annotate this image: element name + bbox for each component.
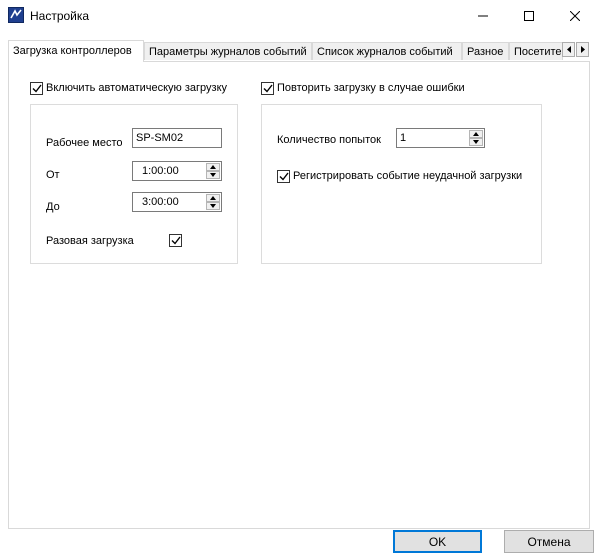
attempts-spinner <box>469 130 483 146</box>
workplace-label: Рабочее место <box>46 137 123 149</box>
checkmark-icon <box>263 84 273 93</box>
from-time-value: 1:00:00 <box>142 165 179 177</box>
window-title: Настройка <box>30 9 90 23</box>
tab-label: Разное <box>467 46 504 58</box>
checkmark-icon <box>279 172 289 181</box>
from-time-down-button[interactable] <box>206 171 220 179</box>
tab-label: Параметры журналов событий <box>149 46 307 58</box>
spin-down-icon <box>210 173 216 177</box>
from-label: От <box>46 169 60 181</box>
from-time-field[interactable]: 1:00:00 <box>132 161 222 181</box>
spin-down-icon <box>210 204 216 208</box>
tab-scroll-right-button[interactable] <box>576 42 589 57</box>
tab-scroll-buttons <box>562 42 590 58</box>
tab-event-log-params[interactable]: Параметры журналов событий <box>144 42 312 60</box>
minimize-button[interactable] <box>460 0 506 32</box>
workplace-input[interactable]: SP-SM02 <box>132 128 222 148</box>
one-time-load-label: Разовая загрузка <box>46 235 134 247</box>
retry-label: Повторить загрузку в случае ошибки <box>277 82 465 94</box>
workplace-value: SP-SM02 <box>136 132 184 144</box>
maximize-button[interactable] <box>506 0 552 32</box>
auto-load-label: Включить автоматическую загрузку <box>46 82 228 94</box>
tab-visitors[interactable]: Посетите <box>509 42 563 60</box>
minimize-icon <box>478 15 488 17</box>
one-time-load-checkbox[interactable] <box>169 234 182 247</box>
chevron-right-icon <box>580 46 585 53</box>
to-time-up-button[interactable] <box>206 194 220 202</box>
tab-label: Посетите <box>514 46 562 58</box>
to-label: До <box>46 201 60 213</box>
to-time-field[interactable]: 3:00:00 <box>132 192 222 212</box>
attempts-down-button[interactable] <box>469 138 483 146</box>
tab-event-log-list[interactable]: Список журналов событий <box>312 42 462 60</box>
spin-up-icon <box>210 165 216 169</box>
to-time-value: 3:00:00 <box>142 196 179 208</box>
maximize-icon <box>524 11 534 21</box>
from-time-spinner <box>206 163 220 179</box>
spin-down-icon <box>473 140 479 144</box>
app-settings-icon[interactable] <box>8 7 24 23</box>
from-time-up-button[interactable] <box>206 163 220 171</box>
tab-label: Список журналов событий <box>317 46 453 58</box>
ok-button[interactable]: OK <box>393 530 482 553</box>
attempts-up-button[interactable] <box>469 130 483 138</box>
cancel-button[interactable]: Отмена <box>504 530 594 553</box>
attempts-field[interactable]: 1 <box>396 128 485 148</box>
tab-label: Загрузка контроллеров <box>13 45 132 57</box>
tab-controller-loading[interactable]: Загрузка контроллеров <box>8 40 144 62</box>
retry-checkbox[interactable] <box>261 82 274 95</box>
to-time-down-button[interactable] <box>206 202 220 210</box>
attempts-value: 1 <box>400 132 407 144</box>
log-failure-checkbox[interactable] <box>277 170 290 183</box>
tab-scroll-left-button[interactable] <box>562 42 575 57</box>
spin-up-icon <box>210 196 216 200</box>
to-time-spinner <box>206 194 220 210</box>
tab-misc[interactable]: Разное <box>462 42 509 60</box>
auto-load-checkbox[interactable] <box>30 82 43 95</box>
chevron-left-icon <box>566 46 571 53</box>
checkmark-icon <box>32 84 42 93</box>
close-button[interactable] <box>552 0 598 32</box>
spin-up-icon <box>473 132 479 136</box>
title-bar: Настройка <box>0 0 598 32</box>
checkmark-icon <box>171 236 181 245</box>
log-failure-label: Регистрировать событие неудачной загрузк… <box>293 170 523 182</box>
attempts-label: Количество попыток <box>277 134 381 146</box>
close-icon <box>570 11 580 21</box>
tab-strip: Загрузка контроллеров Параметры журналов… <box>8 40 590 62</box>
